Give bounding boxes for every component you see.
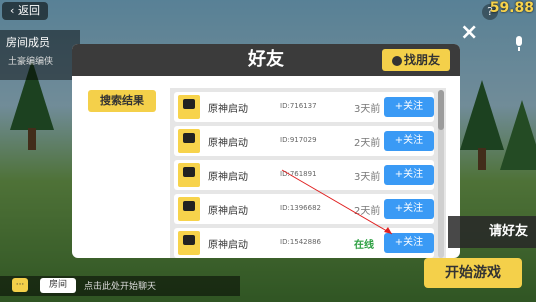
room-channel-tag[interactable]: 房间 xyxy=(40,278,76,293)
chat-hint: 点击此处开始聊天 xyxy=(84,282,157,292)
invite-friends-button[interactable]: 请好友 xyxy=(448,216,536,248)
chat-bar[interactable]: ··· 房间 点击此处开始聊天 xyxy=(0,276,240,296)
start-game-button[interactable]: 开始游戏 xyxy=(424,258,522,288)
chat-icon[interactable]: ··· xyxy=(12,278,28,292)
annotation-arrow xyxy=(281,169,393,235)
